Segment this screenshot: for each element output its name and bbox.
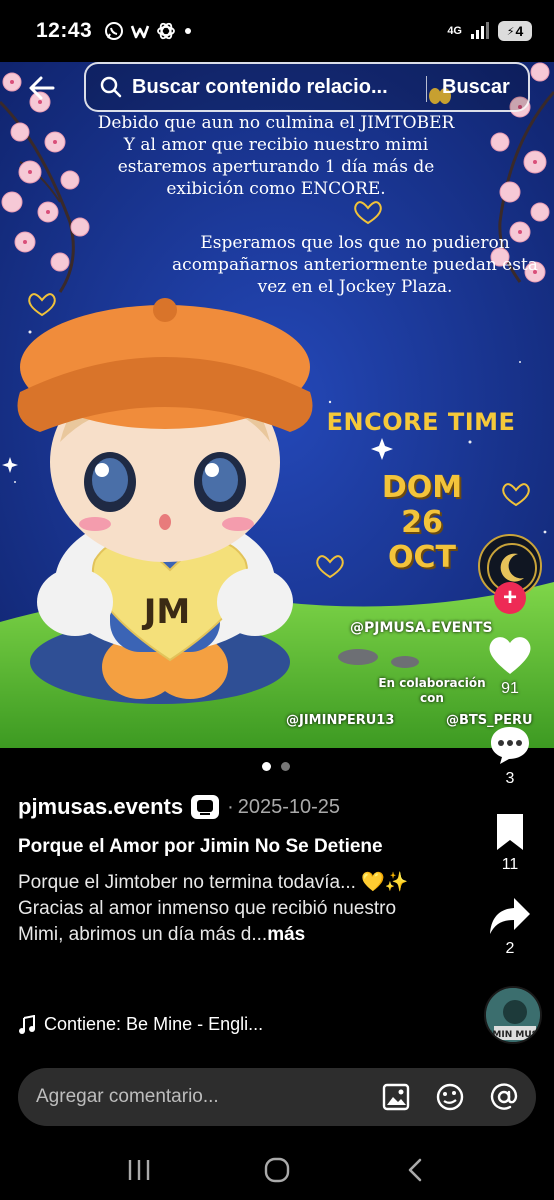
emoji-button[interactable]: [434, 1081, 466, 1113]
comment-bubble-icon: [491, 727, 529, 764]
post-body-line-2: Gracias al amor inmenso que recibió nues…: [18, 896, 438, 948]
comment-count: 3: [505, 770, 515, 787]
like-button[interactable]: 91: [480, 634, 540, 698]
network-label: 4G: [447, 25, 462, 37]
carousel-dot-active: [262, 762, 271, 771]
poster-handle-left: @JIMINPERU13: [286, 713, 395, 728]
at-icon: [490, 1083, 518, 1110]
recent-apps-button[interactable]: [109, 1150, 169, 1190]
search-icon: [100, 76, 122, 98]
comment-button[interactable]: 3: [480, 724, 540, 788]
mention-button[interactable]: [488, 1081, 520, 1113]
save-button[interactable]: 11: [480, 812, 540, 874]
author-separator: ·: [227, 795, 234, 818]
repost-badge-icon: [191, 795, 220, 819]
home-icon: [264, 1157, 290, 1183]
more-link[interactable]: más: [267, 924, 305, 945]
author-row: pjmusas.events · 2025-10-25: [18, 790, 478, 824]
chatgpt-icon: [157, 22, 176, 40]
post-title: Porque el Amor por Jimin No Se Detiene: [18, 836, 383, 857]
comment-placeholder: Agregar comentario...: [36, 1086, 219, 1107]
share-button[interactable]: 2: [480, 896, 540, 958]
w-app-icon: [130, 25, 150, 39]
post-date: 2025-10-25: [237, 795, 341, 818]
music-disc[interactable]: JIMIN MUSE: [484, 986, 542, 1044]
event-date-number: 26: [401, 505, 443, 540]
image-button[interactable]: [380, 1081, 412, 1113]
share-count: 2: [505, 940, 515, 957]
post-body[interactable]: Porque el Jimtober no termina todavía...…: [18, 870, 438, 948]
collab-line-2: con: [420, 691, 444, 705]
back-button[interactable]: [18, 64, 66, 112]
post-body-line-2-text: Gracias al amor inmenso que recibió nues…: [18, 898, 397, 945]
system-nav-bar: [0, 1140, 554, 1200]
event-date-day: DOM: [381, 470, 463, 505]
character-illustration: [17, 298, 313, 704]
dot-icon: [185, 28, 192, 34]
event-date: DOM 26 OCT: [360, 470, 484, 575]
whatsapp-icon: [105, 22, 124, 40]
music-disc-art: JIMIN MUSE: [486, 988, 542, 1042]
post-caption: pjmusas.events · 2025-10-25 Porque el Am…: [18, 790, 478, 948]
music-note-icon: [19, 1014, 35, 1034]
character-badge: JM: [143, 592, 191, 632]
sound-row[interactable]: Contiene: Be Mine - Engli...: [18, 1014, 263, 1035]
event-date-month: OCT: [388, 540, 456, 575]
recent-apps-icon: [128, 1160, 150, 1180]
image-icon: [382, 1083, 410, 1111]
post-body-line-1: Porque el Jimtober no termina todavía...…: [18, 872, 409, 893]
heart-icon: [489, 637, 531, 674]
search-header: Buscar contenido relacio... Buscar: [0, 62, 554, 114]
encore-title: ENCORE TIME: [326, 408, 516, 436]
save-count: 11: [501, 856, 519, 873]
search-divider: [426, 76, 427, 102]
emoji-icon: [436, 1083, 464, 1111]
search-input[interactable]: Buscar contenido relacio... Buscar: [84, 62, 530, 112]
bookmark-icon: [497, 814, 523, 850]
status-bar: 12:43 4G ⚡ 4: [0, 0, 554, 62]
system-back-button[interactable]: [385, 1150, 445, 1190]
carousel-dots: [262, 762, 290, 771]
comment-input[interactable]: Agregar comentario...: [18, 1068, 536, 1126]
poster-paragraph-1: Debido que aun no culmina el JIMTOBER Y …: [97, 113, 455, 199]
share-arrow-icon: [490, 898, 530, 934]
collab-line-1: En colaboración: [378, 676, 486, 690]
music-disc-label: JIMIN MUSE: [486, 1030, 542, 1040]
battery-indicator: ⚡ 4: [498, 21, 532, 41]
poster-paragraph-2: Esperamos que los que no pudieron acompa…: [172, 233, 538, 297]
back-arrow-icon: [29, 76, 55, 100]
follow-button[interactable]: +: [494, 582, 526, 614]
search-submit-button[interactable]: Buscar: [442, 76, 510, 99]
sound-label: Contiene: Be Mine - Engli...: [44, 1014, 264, 1034]
signal-icon: [471, 22, 489, 39]
system-back-icon: [408, 1158, 422, 1182]
battery-level: 4: [515, 23, 524, 39]
comment-tools: [380, 1081, 536, 1113]
search-query: Buscar contenido relacio...: [132, 75, 388, 98]
carousel-dot: [281, 762, 290, 771]
status-right: 4G ⚡ 4: [447, 21, 532, 41]
author-name[interactable]: pjmusas.events: [18, 794, 183, 820]
home-button[interactable]: [247, 1150, 307, 1190]
like-count: 91: [501, 680, 519, 697]
collab-text: En colaboración con: [372, 676, 492, 706]
notification-icons: [104, 21, 194, 41]
poster-main-handle: @PJMUSA.EVENTS: [350, 620, 493, 636]
status-time: 12:43: [36, 19, 93, 42]
